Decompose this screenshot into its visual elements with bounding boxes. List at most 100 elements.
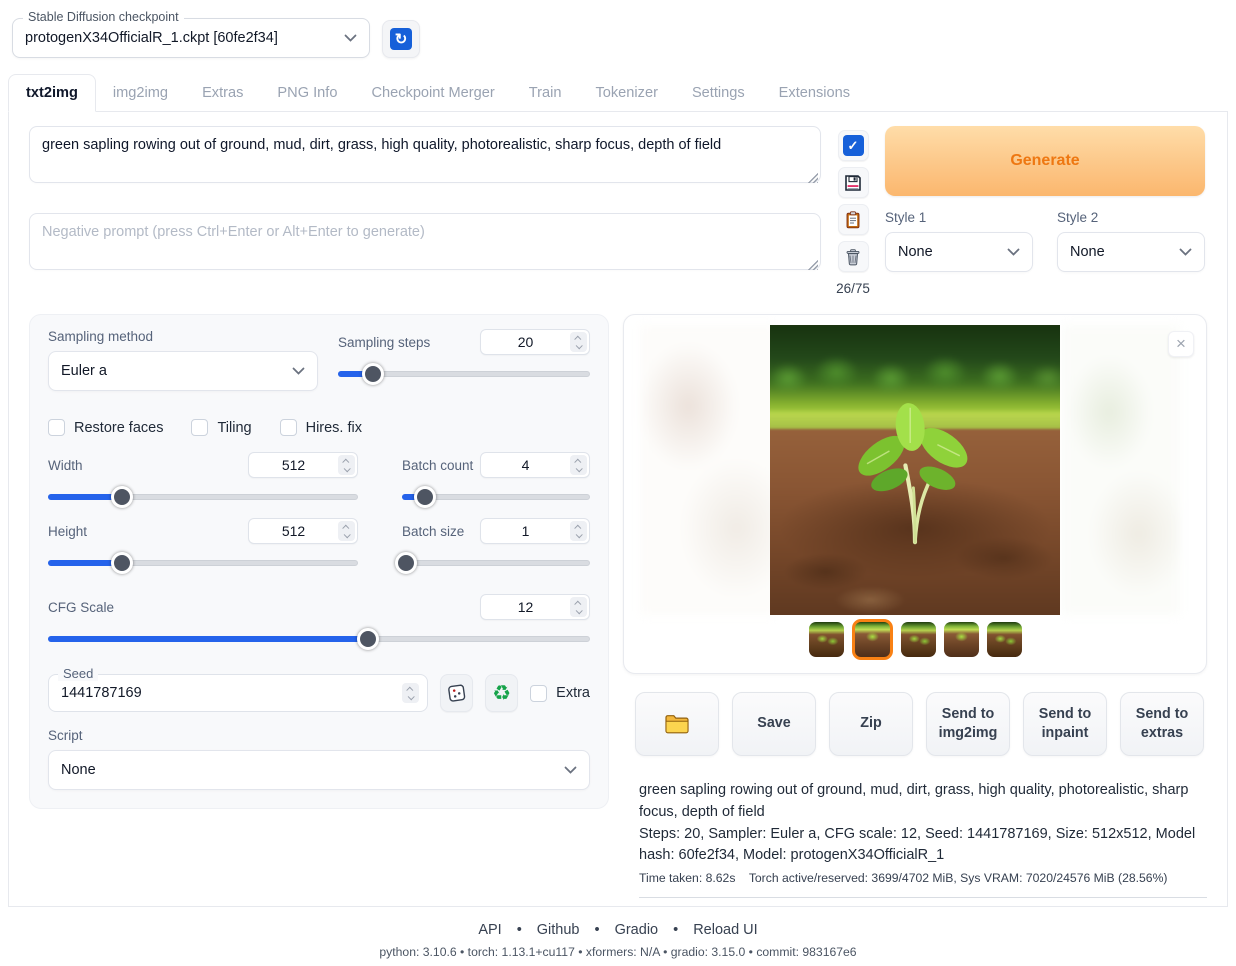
sampling-steps-slider[interactable] [338, 363, 590, 385]
stepper-icon[interactable] [402, 683, 419, 703]
style1-dropdown[interactable]: None [885, 232, 1033, 272]
style2-label: Style 2 [1057, 210, 1205, 225]
tab-train[interactable]: Train [512, 75, 579, 111]
sampling-method-value: Euler a [61, 363, 107, 379]
batch-count-value: 4 [481, 457, 570, 473]
random-seed-button[interactable] [440, 674, 473, 712]
generated-image[interactable] [770, 325, 1060, 615]
tab-extras[interactable]: Extras [185, 75, 260, 111]
send-to-extras-button[interactable]: Send to extras [1120, 692, 1204, 756]
style1-label: Style 1 [885, 210, 1033, 225]
checkpoint-dropdown[interactable]: Stable Diffusion checkpoint protogenX34O… [12, 18, 370, 58]
batch-size-slider[interactable] [402, 552, 590, 574]
hires-fix-checkbox[interactable]: Hires. fix [280, 419, 362, 436]
gradio-link[interactable]: Gradio [615, 922, 659, 938]
thumbnail-1[interactable] [809, 622, 844, 657]
batch-count-slider[interactable] [402, 486, 590, 508]
send-to-img2img-button[interactable]: Send to img2img [926, 692, 1010, 756]
recycle-icon: ♻ [492, 683, 511, 704]
generate-button[interactable]: Generate [885, 126, 1205, 196]
width-value: 512 [249, 457, 338, 473]
extra-seed-checkbox[interactable]: Extra [530, 685, 590, 702]
thumbnail-5[interactable] [987, 622, 1022, 657]
stepper-icon[interactable] [570, 455, 587, 475]
slider-handle[interactable] [111, 486, 133, 508]
gallery-faded-preview [640, 325, 778, 615]
slider-handle[interactable] [357, 628, 379, 650]
checkpoint-value: protogenX34OfficialR_1.ckpt [60fe2f34] [25, 30, 344, 46]
clear-prompt-button[interactable] [838, 241, 869, 272]
tab-tokenizer[interactable]: Tokenizer [578, 75, 674, 111]
cfg-scale-slider[interactable] [48, 628, 590, 650]
slider-handle[interactable] [395, 552, 417, 574]
footer: API • Github • Gradio • Reload UI python… [0, 922, 1236, 959]
tab-img2img[interactable]: img2img [96, 75, 185, 111]
sampling-steps-input[interactable]: 20 [480, 329, 590, 355]
width-input[interactable]: 512 [248, 452, 358, 478]
restore-faces-checkbox[interactable]: Restore faces [48, 419, 163, 436]
send-to-inpaint-button[interactable]: Send to inpaint [1023, 692, 1107, 756]
api-link[interactable]: API [478, 922, 501, 938]
apply-check-button[interactable]: ✓ [838, 130, 869, 161]
time-taken: Time taken: 8.62s [639, 871, 735, 885]
sapling-graphic [835, 395, 995, 555]
generation-settings-panel: Sampling method Euler a Sampling steps 2… [29, 314, 609, 809]
slider-handle[interactable] [362, 363, 384, 385]
checkpoint-label: Stable Diffusion checkpoint [23, 10, 184, 24]
negative-prompt-input[interactable] [29, 213, 821, 270]
vram-usage: Torch active/reserved: 3699/4702 MiB, Sy… [749, 871, 1168, 885]
prompt-input[interactable]: green sapling rowing out of ground, mud,… [29, 126, 821, 183]
apply-styles-button[interactable] [838, 204, 869, 235]
tab-extensions[interactable]: Extensions [762, 75, 867, 111]
sampling-method-dropdown[interactable]: Euler a [48, 351, 318, 391]
generate-column: Generate Style 1 None Style 2 None [885, 126, 1205, 272]
save-style-button[interactable] [838, 167, 869, 198]
zip-button[interactable]: Zip [829, 692, 913, 756]
slider-handle[interactable] [414, 486, 436, 508]
checkbox-icon [48, 419, 65, 436]
thumbnail-2-selected[interactable] [852, 619, 893, 660]
batch-count-input[interactable]: 4 [480, 452, 590, 478]
generation-info: green sapling rowing out of ground, mud,… [639, 780, 1207, 898]
style2-value: None [1070, 244, 1105, 260]
refresh-checkpoints-button[interactable]: ↻ [382, 20, 420, 58]
stepper-icon[interactable] [570, 332, 587, 352]
result-gallery: × [623, 314, 1207, 674]
thumbnail-4[interactable] [944, 622, 979, 657]
stepper-icon[interactable] [570, 597, 587, 617]
tab-checkpoint-merger[interactable]: Checkpoint Merger [354, 75, 511, 111]
slider-handle[interactable] [111, 552, 133, 574]
tiling-label: Tiling [217, 420, 251, 436]
height-input[interactable]: 512 [248, 518, 358, 544]
github-link[interactable]: Github [537, 922, 580, 938]
chevron-down-icon [1007, 248, 1020, 256]
checkbox-icon [530, 685, 547, 702]
reuse-seed-button[interactable]: ♻ [485, 674, 518, 712]
tab-png-info[interactable]: PNG Info [260, 75, 354, 111]
tiling-checkbox[interactable]: Tiling [191, 419, 251, 436]
seed-input[interactable]: Seed 1441787169 [48, 674, 428, 712]
close-icon[interactable]: × [1168, 331, 1194, 357]
reload-ui-link[interactable]: Reload UI [693, 922, 757, 938]
chevron-down-icon [1179, 248, 1192, 256]
tab-txt2img[interactable]: txt2img [8, 74, 96, 112]
open-folder-button[interactable] [635, 692, 719, 756]
height-slider[interactable] [48, 552, 358, 574]
save-button[interactable]: Save [732, 692, 816, 756]
stepper-icon[interactable] [338, 455, 355, 475]
style2-dropdown[interactable]: None [1057, 232, 1205, 272]
token-counter: 26/75 [836, 281, 870, 296]
width-label: Width [48, 458, 83, 473]
cfg-scale-input[interactable]: 12 [480, 594, 590, 620]
chevron-down-icon [292, 367, 305, 375]
script-dropdown[interactable]: None [48, 750, 590, 790]
stepper-icon[interactable] [570, 521, 587, 541]
stepper-icon[interactable] [338, 521, 355, 541]
tab-settings[interactable]: Settings [675, 75, 762, 111]
width-slider[interactable] [48, 486, 358, 508]
thumbnail-3[interactable] [901, 622, 936, 657]
batch-size-label: Batch size [402, 524, 464, 539]
batch-size-input[interactable]: 1 [480, 518, 590, 544]
gallery-thumbnails [624, 619, 1206, 660]
info-params: Steps: 20, Sampler: Euler a, CFG scale: … [639, 824, 1207, 868]
